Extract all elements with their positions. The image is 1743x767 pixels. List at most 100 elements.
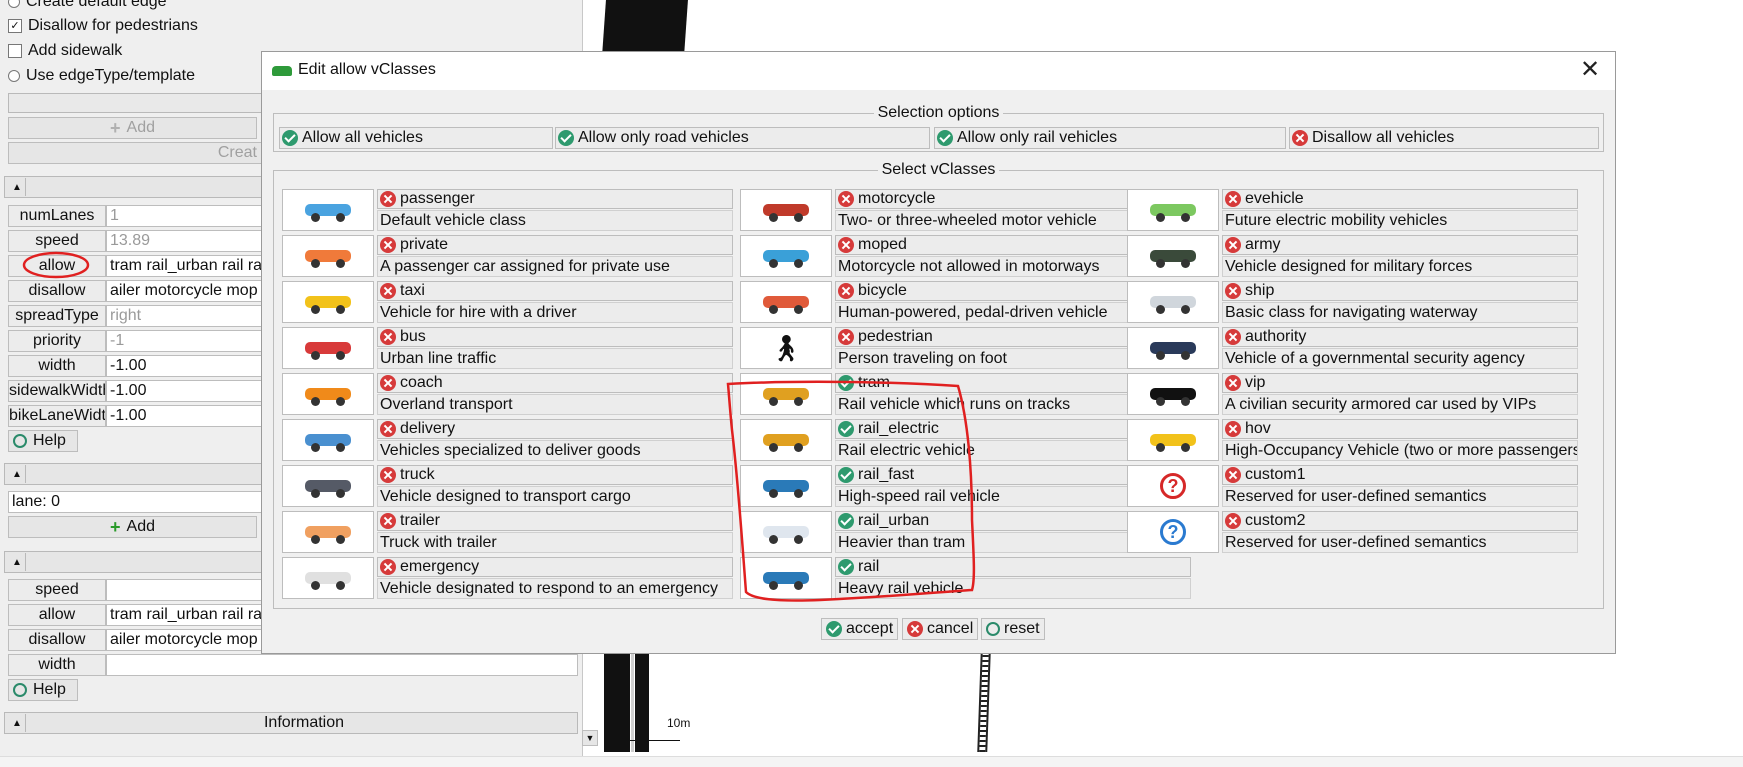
vclass-toggle-button[interactable]: coach bbox=[377, 373, 733, 393]
vclass-item-truck: truck Vehicle designed to transport cargo bbox=[282, 465, 733, 507]
taxi-icon bbox=[303, 292, 353, 314]
police-car-icon bbox=[1148, 338, 1198, 360]
vclass-image bbox=[740, 373, 832, 415]
vclass-toggle-button[interactable]: hov bbox=[1222, 419, 1578, 439]
vclass-label: taxi bbox=[400, 282, 425, 299]
vclass-image bbox=[740, 189, 832, 231]
vclass-image bbox=[282, 465, 374, 507]
vclass-item-authority: authority Vehicle of a governmental secur… bbox=[1127, 327, 1578, 369]
vclass-label: pedestrian bbox=[858, 328, 933, 345]
rail-track bbox=[977, 652, 991, 752]
vclass-label: custom2 bbox=[1245, 512, 1306, 529]
vclass-description: Vehicles specialized to deliver goods bbox=[377, 440, 733, 461]
vclass-toggle-button[interactable]: trailer bbox=[377, 511, 733, 531]
vclass-item-rail_urban: rail_urban Heavier than tram bbox=[740, 511, 1191, 553]
rail-icon bbox=[761, 568, 811, 590]
add-template-button[interactable]: + Add bbox=[8, 117, 257, 139]
allow-button[interactable]: allow bbox=[8, 255, 106, 277]
allow-rail-vehicles-button[interactable]: Allow only rail vehicles bbox=[934, 127, 1286, 149]
disallow-all-vehicles-button[interactable]: Disallow all vehicles bbox=[1289, 127, 1599, 149]
pedestrian-icon: 🚶︎ bbox=[769, 332, 803, 363]
vclass-image bbox=[740, 281, 832, 323]
vclass-description: Reserved for user-defined semantics bbox=[1222, 486, 1578, 507]
radio-icon bbox=[8, 70, 20, 82]
vclass-toggle-button[interactable]: ship bbox=[1222, 281, 1578, 301]
vclass-label: evehicle bbox=[1245, 190, 1304, 207]
cross-icon bbox=[380, 467, 396, 483]
attr-label: sidewalkWidth bbox=[8, 380, 106, 402]
collapse-arrow-icon: ▲ bbox=[9, 178, 26, 196]
vclass-item-army: army Vehicle designed for military forces bbox=[1127, 235, 1578, 277]
vclass-toggle-button[interactable]: emergency bbox=[377, 557, 733, 577]
vclass-toggle-button[interactable]: rail bbox=[835, 557, 1191, 577]
help-button[interactable]: Help bbox=[8, 430, 78, 452]
vclass-description: Vehicle for hire with a driver bbox=[377, 302, 733, 323]
question-icon: ? bbox=[1160, 519, 1186, 545]
disallow-button[interactable]: disallow bbox=[8, 629, 106, 651]
cross-icon bbox=[380, 191, 396, 207]
allow-road-vehicles-button[interactable]: Allow only road vehicles bbox=[555, 127, 930, 149]
vclass-toggle-button[interactable]: truck bbox=[377, 465, 733, 485]
accept-button[interactable]: accept bbox=[821, 618, 899, 640]
close-icon[interactable]: ✕ bbox=[1575, 56, 1605, 86]
option-disallow-pedestrians[interactable]: ✓ Disallow for pedestrians bbox=[8, 17, 198, 35]
vclass-item-passenger: passenger Default vehicle class bbox=[282, 189, 733, 231]
allow-button[interactable]: allow bbox=[8, 604, 106, 626]
vclass-item-moped: moped Motorcycle not allowed in motorways bbox=[740, 235, 1191, 277]
ambulance-icon bbox=[303, 568, 353, 590]
trailer-icon bbox=[303, 522, 353, 544]
information-section-header[interactable]: ▲ Information bbox=[4, 712, 578, 734]
allow-all-vehicles-button[interactable]: Allow all vehicles bbox=[279, 127, 553, 149]
help-icon bbox=[13, 683, 27, 697]
attr-input[interactable] bbox=[106, 654, 578, 676]
vclass-item-tram: tram Rail vehicle which runs on tracks bbox=[740, 373, 1191, 415]
cross-icon bbox=[1225, 237, 1241, 253]
bus-icon bbox=[303, 338, 353, 360]
attr-label: numLanes bbox=[8, 205, 106, 227]
ship-icon bbox=[1148, 292, 1198, 314]
help-button[interactable]: Help bbox=[8, 679, 78, 701]
check-icon bbox=[838, 421, 854, 437]
vclass-label: ship bbox=[1245, 282, 1275, 299]
option-add-sidewalk[interactable]: Add sidewalk bbox=[8, 42, 122, 60]
reset-icon bbox=[986, 622, 1000, 636]
vclass-toggle-button[interactable]: army bbox=[1222, 235, 1578, 255]
vclass-item-evehicle: evehicle Future electric mobility vehicle… bbox=[1127, 189, 1578, 231]
vclass-toggle-button[interactable]: custom2 bbox=[1222, 511, 1578, 531]
attr-label: priority bbox=[8, 330, 106, 352]
vclass-toggle-button[interactable]: vip bbox=[1222, 373, 1578, 393]
dialog-title: Edit allow vClasses bbox=[298, 61, 436, 78]
check-icon bbox=[826, 621, 842, 637]
radio-icon bbox=[8, 0, 20, 8]
vclass-toggle-button[interactable]: delivery bbox=[377, 419, 733, 439]
vclass-toggle-button[interactable]: bus bbox=[377, 327, 733, 347]
vclass-toggle-button[interactable]: authority bbox=[1222, 327, 1578, 347]
add-lane-button[interactable]: + Add bbox=[8, 516, 257, 538]
vclass-image bbox=[1127, 327, 1219, 369]
vclass-toggle-button[interactable]: custom1 bbox=[1222, 465, 1578, 485]
dialog-titlebar[interactable]: Edit allow vClasses ✕ bbox=[262, 52, 1615, 90]
vclass-item-rail: rail Heavy rail vehicle bbox=[740, 557, 1191, 599]
cross-icon bbox=[1225, 375, 1241, 391]
vclass-label: rail_fast bbox=[858, 466, 915, 483]
vclass-description: Default vehicle class bbox=[377, 210, 733, 231]
vclass-toggle-button[interactable]: private bbox=[377, 235, 733, 255]
vclass-description: Vehicle of a governmental security agenc… bbox=[1222, 348, 1578, 369]
reset-button[interactable]: reset bbox=[981, 618, 1045, 640]
checkbox-icon bbox=[8, 44, 22, 58]
vclass-label: trailer bbox=[400, 512, 441, 529]
vclass-toggle-button[interactable]: taxi bbox=[377, 281, 733, 301]
lane-attr-row-width: width bbox=[8, 654, 578, 676]
van-icon bbox=[1148, 430, 1198, 452]
vclass-toggle-button[interactable]: evehicle bbox=[1222, 189, 1578, 209]
option-create-default-edge[interactable]: Create default edge bbox=[8, 0, 167, 11]
vclass-toggle-button[interactable]: passenger bbox=[377, 189, 733, 209]
vclass-image bbox=[282, 419, 374, 461]
disallow-button[interactable]: disallow bbox=[8, 280, 106, 302]
cancel-button[interactable]: cancel bbox=[902, 618, 979, 640]
vclass-description: High-Occupancy Vehicle (two or more pass… bbox=[1222, 440, 1578, 461]
option-use-edgetype[interactable]: Use edgeType/template bbox=[8, 67, 195, 85]
attr-label: width bbox=[8, 355, 106, 377]
vclass-image bbox=[1127, 189, 1219, 231]
vclass-description: Vehicle designed for military forces bbox=[1222, 256, 1578, 277]
